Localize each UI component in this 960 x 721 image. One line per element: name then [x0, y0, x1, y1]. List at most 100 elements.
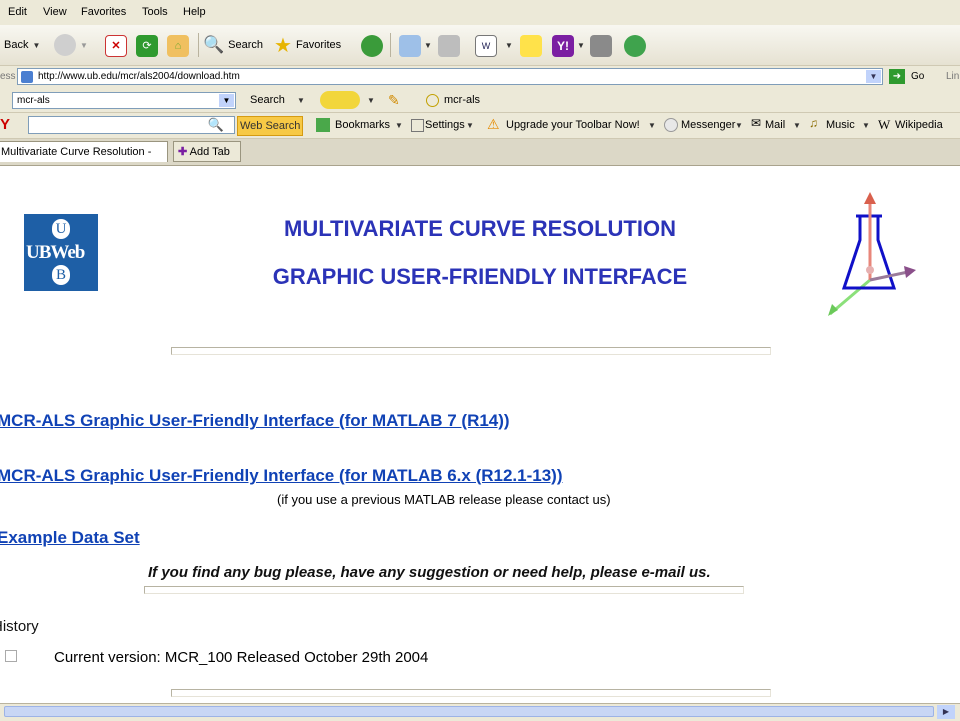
- example-data-set-link[interactable]: Example Data Set: [0, 528, 140, 548]
- divider-top: [171, 347, 771, 355]
- settings-dropdown-icon[interactable]: ▼: [466, 121, 474, 130]
- google-search-dropdown-icon[interactable]: ▼: [219, 94, 234, 107]
- yahoo-search-input[interactable]: 🔍: [28, 116, 235, 134]
- messenger-smiley-icon: [664, 118, 678, 132]
- menu-help[interactable]: Help: [183, 6, 206, 18]
- mail-dropdown-icon[interactable]: ▼: [424, 41, 432, 50]
- bookmarks-button[interactable]: Bookmarks: [335, 119, 390, 131]
- eyes-dropdown-icon[interactable]: ▼: [367, 96, 375, 105]
- wikipedia-icon: W: [878, 117, 891, 132]
- mail-envelope-icon: ✉: [751, 116, 762, 130]
- settings-icon: [411, 119, 424, 132]
- mail-icon[interactable]: [399, 35, 421, 57]
- back-label: Back: [4, 39, 29, 51]
- plus-icon: ✚: [178, 146, 188, 158]
- settings-button[interactable]: Settings: [425, 119, 465, 131]
- google-search-dropdown-arrow-icon[interactable]: ▼: [297, 96, 305, 105]
- home-icon[interactable]: ⌂: [167, 35, 189, 57]
- upgrade-toolbar-button[interactable]: Upgrade your Toolbar Now!: [506, 119, 640, 131]
- go-button[interactable]: Go: [911, 71, 924, 82]
- add-tab-button[interactable]: ✚ Add Tab: [173, 141, 241, 162]
- broken-image-icon: [5, 650, 17, 662]
- google-search-query: mcr-als: [17, 95, 50, 106]
- address-url: http://www.ub.edu/mcr/als2004/download.h…: [38, 71, 240, 82]
- forward-button[interactable]: ▼: [54, 31, 88, 59]
- current-version-text: Current version: MCR_100 Released Octobe…: [54, 649, 429, 666]
- highlighter-icon[interactable]: ✎: [388, 92, 400, 109]
- scroll-right-icon[interactable]: ▶: [937, 705, 955, 719]
- standard-toolbar: Back ▼ ▼ ✕ ⟳ ⌂ 🔍 Search ★ Favorites ▼ W …: [0, 25, 960, 66]
- download-link-matlab7[interactable]: MCR-ALS Graphic User-Friendly Interface …: [0, 411, 510, 431]
- add-tab-label: Add Tab: [189, 146, 230, 158]
- download-link-matlab6[interactable]: MCR-ALS Graphic User-Friendly Interface …: [0, 466, 563, 486]
- music-dropdown-icon[interactable]: ▼: [862, 121, 870, 130]
- favorites-button[interactable]: ★ Favorites: [274, 31, 341, 59]
- search-button[interactable]: 🔍 Search: [203, 31, 263, 59]
- page-title-line1: MULTIVARIATE CURVE RESOLUTION: [284, 216, 676, 241]
- go-arrow-icon[interactable]: ➜: [889, 69, 905, 84]
- search-term-button[interactable]: mcr-als: [444, 94, 480, 106]
- google-search-input[interactable]: mcr-als ▼: [12, 92, 236, 109]
- search-term-icon: [426, 94, 439, 107]
- music-button[interactable]: Music: [826, 119, 855, 131]
- history-heading: History: [0, 618, 39, 635]
- research-icon[interactable]: [590, 35, 612, 57]
- yahoo-logo-icon[interactable]: Y: [0, 116, 10, 133]
- history-icon[interactable]: [361, 35, 383, 57]
- page-title-line2: GRAPHIC USER-FRIENDLY INTERFACE: [272, 264, 688, 289]
- word-edit-icon[interactable]: W: [475, 35, 497, 57]
- scrollbar-thumb[interactable]: [4, 706, 934, 717]
- print-icon[interactable]: [438, 35, 460, 57]
- refresh-icon[interactable]: ⟳: [136, 35, 158, 57]
- tab-active[interactable]: Multivariate Curve Resolution - ...: [0, 141, 168, 179]
- search-icon: 🔍: [203, 35, 225, 54]
- stop-icon[interactable]: ✕: [105, 35, 127, 57]
- google-toolbar: mcr-als ▼ Search ▼ ▼ ✎ mcr-als: [0, 89, 960, 113]
- edit-dropdown-icon[interactable]: ▼: [505, 41, 513, 50]
- page-icon: [21, 71, 33, 83]
- menu-tools[interactable]: Tools: [142, 6, 168, 18]
- tab-bar: Multivariate Curve Resolution - ... ✚ Ad…: [0, 139, 960, 179]
- back-dropdown-icon[interactable]: ▼: [32, 41, 40, 50]
- yahoo-dropdown-icon[interactable]: ▼: [577, 41, 585, 50]
- menu-view[interactable]: View: [43, 6, 67, 18]
- mail-dropdown-arrow-icon[interactable]: ▼: [793, 121, 801, 130]
- bookmarks-dropdown-icon[interactable]: ▼: [395, 121, 403, 130]
- menu-favorites[interactable]: Favorites: [81, 6, 126, 18]
- divider-bottom: [171, 689, 771, 697]
- mail-button[interactable]: Mail: [765, 119, 785, 131]
- bug-report-note: If you find any bug please, have any sug…: [148, 564, 711, 581]
- wikipedia-button[interactable]: Wikipedia: [895, 119, 943, 131]
- address-input[interactable]: http://www.ub.edu/mcr/als2004/download.h…: [17, 68, 883, 85]
- history-heading-text: History: [0, 618, 39, 635]
- favorites-label: Favorites: [295, 39, 342, 51]
- page-content: U UBWeb B MULTIVARIATE CURVE RESOLUTION …: [0, 166, 960, 706]
- forward-arrow-icon: [54, 34, 76, 56]
- divider-middle: [144, 586, 744, 594]
- warning-icon: ⚠: [487, 116, 500, 132]
- logo-text: UBWeb: [26, 242, 85, 263]
- forward-dropdown-icon[interactable]: ▼: [80, 41, 88, 50]
- eyes-icon[interactable]: [320, 91, 360, 109]
- horizontal-scrollbar[interactable]: ▶: [0, 703, 960, 721]
- note-icon[interactable]: [520, 35, 542, 57]
- messenger-icon[interactable]: [624, 35, 646, 57]
- star-icon: ★: [274, 34, 292, 57]
- address-dropdown-icon[interactable]: ▼: [866, 70, 881, 83]
- music-note-icon: ♫: [809, 116, 818, 130]
- menu-bar: Edit View Favorites Tools Help: [0, 0, 960, 26]
- previous-release-note: (if you use a previous MATLAB release pl…: [277, 492, 611, 507]
- links-label[interactable]: Lin: [946, 71, 959, 82]
- flask-logo-icon: [828, 192, 916, 316]
- messenger-dropdown-icon[interactable]: ▼: [735, 121, 743, 130]
- google-search-button[interactable]: Search: [250, 94, 285, 106]
- back-button[interactable]: Back ▼: [4, 31, 40, 59]
- yahoo-icon[interactable]: Y!: [552, 35, 574, 57]
- messenger-button[interactable]: Messenger: [681, 119, 735, 131]
- web-search-button[interactable]: Web Search: [237, 116, 304, 136]
- yahoo-search-icon: 🔍: [207, 117, 224, 132]
- address-label: ess: [0, 71, 16, 82]
- menu-edit[interactable]: Edit: [8, 6, 27, 18]
- address-bar: ess http://www.ub.edu/mcr/als2004/downlo…: [0, 66, 960, 90]
- upgrade-dropdown-icon[interactable]: ▼: [648, 121, 656, 130]
